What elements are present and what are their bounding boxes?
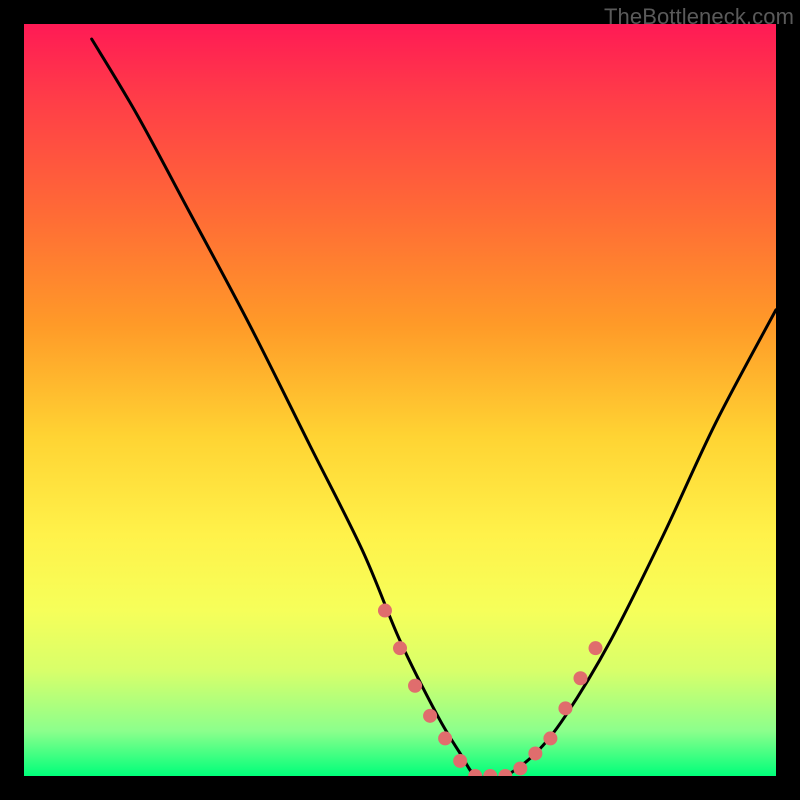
marker-point [528,746,542,760]
marker-point [498,769,512,776]
marker-point [423,709,437,723]
plot-area [24,24,776,776]
marker-point [573,671,587,685]
marker-point [483,769,497,776]
marker-point [393,641,407,655]
marker-point [453,754,467,768]
chart-frame: TheBottleneck.com [0,0,800,800]
marker-point [408,679,422,693]
marker-point [378,604,392,618]
marker-point [438,731,452,745]
bottleneck-curve [92,39,776,776]
marker-point [558,701,572,715]
marker-point [513,761,527,775]
curve-layer [24,24,776,776]
marker-point [468,769,482,776]
marker-point [589,641,603,655]
marker-point [543,731,557,745]
